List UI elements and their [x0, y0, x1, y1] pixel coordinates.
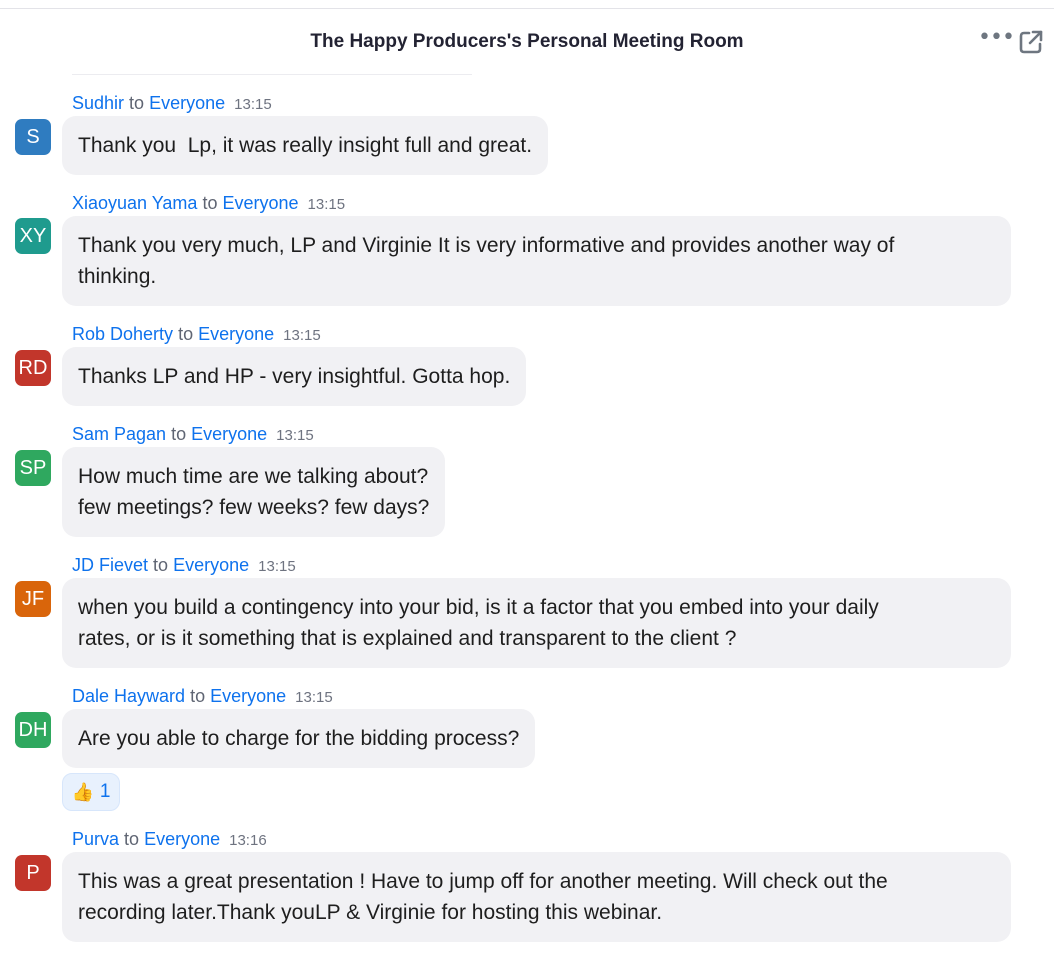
message-time: 13:15: [283, 327, 321, 344]
recipient-name[interactable]: Everyone: [191, 424, 267, 444]
message-bubble[interactable]: when you build a contingency into your b…: [62, 578, 1011, 668]
message-header: Rob Doherty to Everyone 13:15: [72, 322, 321, 348]
reaction-count: 1: [99, 781, 111, 802]
message-time: 13:15: [258, 558, 296, 575]
sender-name[interactable]: Xiaoyuan Yama: [72, 193, 197, 213]
to-label: to: [171, 424, 187, 444]
message-header: Dale Hayward to Everyone 13:15: [72, 684, 333, 710]
message-time: 13:15: [307, 196, 346, 213]
chat-message-list: Sudhir to Everyone 13:15 S Thank you Lp,…: [0, 0, 1054, 960]
thumbs-up-icon: 👍: [71, 781, 94, 802]
message-bubble[interactable]: Thank you Lp, it was really insight full…: [62, 116, 549, 175]
recipient-name[interactable]: Everyone: [173, 555, 249, 575]
avatar[interactable]: P: [15, 855, 51, 891]
message-time: 13:15: [276, 427, 314, 444]
message-header: Sudhir to Everyone 13:15: [72, 91, 272, 117]
avatar[interactable]: RD: [15, 350, 51, 386]
sender-name[interactable]: Purva: [72, 829, 124, 849]
sender-name[interactable]: Sudhir: [72, 93, 124, 113]
recipient-name[interactable]: Everyone: [222, 193, 298, 213]
message-time: 13:16: [229, 832, 267, 849]
to-label: to: [129, 93, 145, 113]
message-header: JD Fievet to Everyone 13:15: [72, 553, 296, 579]
chat-window: The Happy Producers's Personal Meeting R…: [0, 0, 1054, 960]
sender-name[interactable]: Dale Hayward: [72, 686, 185, 706]
message-bubble[interactable]: Are you able to charge for the bidding p…: [62, 709, 536, 768]
avatar[interactable]: JF: [15, 581, 51, 617]
avatar[interactable]: S: [15, 119, 51, 155]
message-bubble[interactable]: Thank you very much, LP and Virginie It …: [62, 216, 1011, 306]
sender-name[interactable]: JD Fievet: [72, 555, 148, 575]
to-label: to: [190, 686, 206, 706]
recipient-name[interactable]: Everyone: [210, 686, 286, 706]
avatar[interactable]: SP: [15, 450, 51, 486]
message-header: Purva to Everyone 13:16: [72, 827, 267, 853]
reaction-thumbs-up[interactable]: 👍 1: [62, 773, 120, 811]
recipient-name[interactable]: Everyone: [149, 93, 225, 113]
to-label: to: [124, 829, 140, 849]
avatar[interactable]: DH: [15, 712, 51, 748]
to-label: to: [153, 555, 169, 575]
sender-name[interactable]: Sam Pagan: [72, 424, 166, 444]
avatar[interactable]: XY: [15, 218, 51, 254]
message-header: Sam Pagan to Everyone 13:15: [72, 422, 314, 448]
to-label: to: [178, 324, 194, 344]
message-time: 13:15: [295, 689, 333, 706]
recipient-name[interactable]: Everyone: [144, 829, 220, 849]
message-header: Xiaoyuan Yama to Everyone 13:15: [72, 191, 345, 217]
message-bubble[interactable]: How much time are we talking about? few …: [62, 447, 446, 537]
message-time: 13:15: [234, 96, 272, 113]
sender-name[interactable]: Rob Doherty: [72, 324, 173, 344]
message-bubble[interactable]: This was a great presentation ! Have to …: [62, 852, 1011, 942]
message-bubble[interactable]: Thanks LP and HP - very insightful. Gott…: [62, 347, 527, 406]
recipient-name[interactable]: Everyone: [198, 324, 274, 344]
to-label: to: [202, 193, 218, 213]
